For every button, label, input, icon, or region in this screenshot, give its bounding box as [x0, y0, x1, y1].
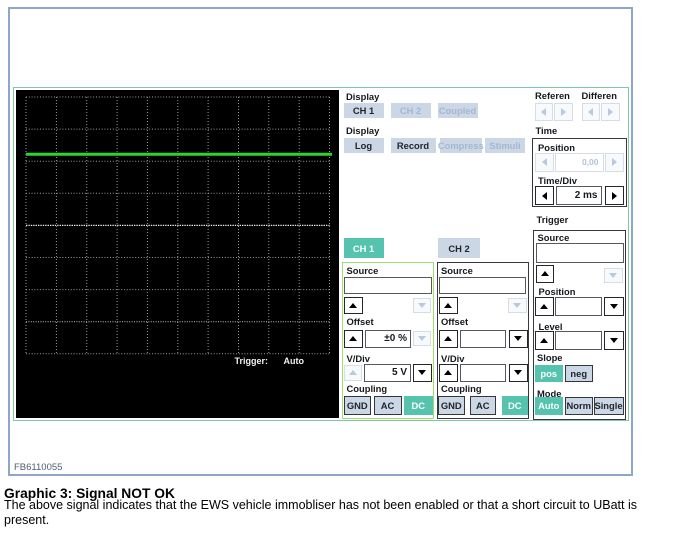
svg-text:Auto: Auto: [284, 356, 305, 366]
svg-text:Trigger:: Trigger:: [235, 356, 269, 366]
